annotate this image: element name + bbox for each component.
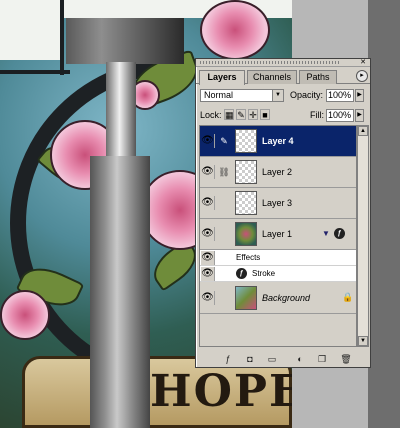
palette-footer: ƒ ◘ ▭ ◐ ❐ 🗑 — [196, 351, 370, 367]
mask-icon[interactable]: ◘ — [244, 353, 256, 365]
lead-line — [0, 70, 70, 74]
tab-paths[interactable]: Paths — [299, 70, 337, 84]
lock-all-icon[interactable]: ■ — [260, 109, 270, 120]
lock-row: Lock: ▦ ✎ ✛ ■ Fill: 100% ▶ — [200, 109, 370, 123]
opacity-stepper[interactable]: ▶ — [355, 89, 364, 102]
palette-menu-icon[interactable]: ▸ — [356, 70, 368, 82]
cylinder-cap-shape — [66, 18, 184, 64]
link-cell-empty[interactable] — [217, 289, 231, 307]
eye-icon[interactable]: 👁 — [201, 291, 215, 305]
fill-stepper[interactable]: ▶ — [355, 109, 364, 122]
layer-thumbnail — [235, 129, 257, 153]
blend-mode-value: Normal — [204, 90, 234, 100]
layers-list: 👁 ✎ Layer 4 👁 ⛓ Layer 2 👁 Layer 3 👁 Laye… — [199, 125, 357, 347]
layer-row-layer-4[interactable]: 👁 ✎ Layer 4 — [200, 126, 356, 157]
eye-icon[interactable]: 👁 — [201, 196, 215, 210]
effects-icon[interactable]: ƒ — [334, 228, 345, 239]
new-layer-icon[interactable]: ❐ — [316, 353, 328, 365]
lead-line — [60, 0, 64, 75]
trash-icon[interactable]: 🗑 — [340, 353, 352, 365]
eye-icon[interactable]: 👁 — [201, 267, 215, 281]
lock-position-icon[interactable]: ✛ — [248, 109, 258, 120]
eye-icon[interactable]: 👁 — [201, 251, 215, 265]
cylinder-neck-shape — [106, 62, 136, 158]
link-cell-empty[interactable] — [217, 225, 231, 243]
cylinder-body-shape — [90, 156, 150, 428]
layer-style-icon[interactable]: ƒ — [222, 353, 234, 365]
lock-label: Lock: — [200, 110, 222, 120]
titlebar-grip[interactable] — [200, 61, 340, 64]
layer-thumbnail — [235, 191, 257, 215]
lock-image-icon[interactable]: ✎ — [236, 109, 246, 120]
layers-scrollbar[interactable]: ▲ ▼ — [357, 125, 369, 347]
banner-text: HOPE — [150, 366, 305, 417]
stroke-effect-icon: ƒ — [236, 268, 247, 279]
opacity-field[interactable]: 100% — [326, 89, 354, 102]
blend-row: Normal ▼ Opacity: 100% ▶ — [200, 89, 370, 103]
stroke-effect-row[interactable]: 👁 ƒ Stroke — [200, 266, 356, 282]
effects-row[interactable]: 👁 Effects — [200, 250, 356, 266]
fill-field[interactable]: 100% — [326, 109, 354, 122]
brush-icon[interactable]: ✎ — [217, 132, 231, 150]
close-icon[interactable]: ✕ — [358, 59, 368, 67]
tab-layers[interactable]: Layers — [199, 70, 245, 85]
eye-icon[interactable]: 👁 — [201, 165, 215, 179]
palette-titlebar[interactable]: ✕ — [196, 59, 370, 67]
blend-mode-select[interactable]: Normal ▼ — [200, 89, 284, 102]
flower-shape — [200, 0, 270, 60]
layer-row-layer-1[interactable]: 👁 Layer 1 ▼ ƒ — [200, 219, 356, 250]
scroll-up-icon[interactable]: ▲ — [358, 126, 368, 136]
layer-name: Layer 3 — [262, 198, 293, 208]
layer-name: Background — [262, 293, 311, 303]
layer-row-layer-3[interactable]: 👁 Layer 3 — [200, 188, 356, 219]
layer-name: Layer 2 — [262, 167, 293, 177]
scroll-down-icon[interactable]: ▼ — [358, 336, 368, 346]
layer-row-layer-2[interactable]: 👁 ⛓ Layer 2 — [200, 157, 356, 188]
chevron-down-icon: ▼ — [272, 90, 283, 101]
fill-label: Fill: — [310, 110, 324, 120]
palette-tabs: Layers Channels Paths ▸ — [196, 68, 370, 85]
eye-icon[interactable]: 👁 — [201, 227, 215, 241]
adjustment-layer-icon[interactable]: ◐ — [294, 353, 306, 365]
layers-palette: ✕ Layers Channels Paths ▸ Normal ▼ Opaci… — [195, 58, 371, 368]
link-icon[interactable]: ⛓ — [217, 163, 231, 181]
opacity-label: Opacity: — [290, 90, 324, 100]
effects-label: Effects — [236, 253, 261, 262]
link-cell-empty[interactable] — [217, 194, 231, 212]
lock-icon: 🔒 — [342, 292, 354, 302]
layer-name: Layer 4 — [262, 136, 294, 146]
workspace-background — [368, 0, 400, 428]
layer-thumbnail — [235, 286, 257, 310]
new-set-icon[interactable]: ▭ — [266, 353, 278, 365]
stroke-label: Stroke — [252, 269, 276, 278]
expand-effects-icon[interactable]: ▼ — [322, 229, 330, 238]
layer-row-background[interactable]: 👁 Background 🔒 — [200, 283, 356, 314]
flower-shape — [0, 290, 50, 340]
layer-thumbnail — [235, 222, 257, 246]
eye-icon[interactable]: 👁 — [201, 134, 215, 148]
layer-thumbnail — [235, 160, 257, 184]
tab-channels[interactable]: Channels — [247, 70, 297, 84]
lock-transparency-icon[interactable]: ▦ — [224, 109, 234, 120]
layer-name: Layer 1 — [262, 229, 293, 239]
